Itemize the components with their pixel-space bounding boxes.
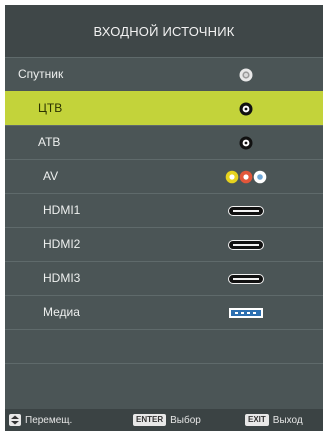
source-label: ЦТВ bbox=[38, 101, 63, 115]
source-label: Медиа bbox=[43, 305, 80, 319]
source-label: HDMI3 bbox=[43, 271, 81, 285]
source-item-media[interactable]: Медиа bbox=[5, 295, 323, 329]
atv-antenna-icon bbox=[205, 126, 287, 159]
source-label: AV bbox=[43, 169, 59, 183]
input-source-menu: ВХОДНОЙ ИСТОЧНИК Спутник ЦТВ АТВ AV HDMI… bbox=[5, 5, 323, 431]
source-label: HDMI2 bbox=[43, 237, 81, 251]
help-bar: Перемещ. ENTER Выбор EXIT Выход bbox=[5, 409, 323, 431]
select-hint-label: Выбор bbox=[170, 414, 201, 426]
source-item-atv[interactable]: АТВ bbox=[5, 125, 323, 159]
menu-title: ВХОДНОЙ ИСТОЧНИК bbox=[5, 5, 323, 57]
source-label: Спутник bbox=[18, 67, 64, 81]
hdmi-port-icon bbox=[205, 194, 287, 227]
move-hint: Перемещ. bbox=[9, 409, 72, 431]
source-item-hdmi2[interactable]: HDMI2 bbox=[5, 227, 323, 261]
usb-media-icon bbox=[205, 296, 287, 329]
source-label: АТВ bbox=[38, 135, 61, 149]
source-item-satellite[interactable]: Спутник bbox=[5, 57, 323, 91]
enter-key-icon: ENTER bbox=[133, 414, 167, 426]
exit-hint: EXIT Выход bbox=[245, 409, 303, 431]
satellite-connector-icon bbox=[205, 58, 287, 91]
source-label: HDMI1 bbox=[43, 203, 81, 217]
source-item-dtv[interactable]: ЦТВ bbox=[5, 91, 323, 125]
empty-row bbox=[5, 363, 323, 397]
exit-hint-label: Выход bbox=[272, 414, 303, 426]
source-item-av[interactable]: AV bbox=[5, 159, 323, 193]
source-list: Спутник ЦТВ АТВ AV HDMI1 HDMI2 HDMI3 Мед… bbox=[5, 57, 323, 397]
av-rca-icon bbox=[205, 160, 287, 193]
updown-arrows-icon bbox=[9, 414, 21, 426]
exit-key-icon: EXIT bbox=[245, 414, 269, 426]
source-item-hdmi1[interactable]: HDMI1 bbox=[5, 193, 323, 227]
dtv-antenna-icon bbox=[205, 92, 287, 125]
select-hint: ENTER Выбор bbox=[133, 409, 201, 431]
source-item-hdmi3[interactable]: HDMI3 bbox=[5, 261, 323, 295]
move-hint-label: Перемещ. bbox=[25, 414, 73, 426]
empty-row bbox=[5, 329, 323, 363]
hdmi-port-icon bbox=[205, 228, 287, 261]
hdmi-port-icon bbox=[205, 262, 287, 295]
